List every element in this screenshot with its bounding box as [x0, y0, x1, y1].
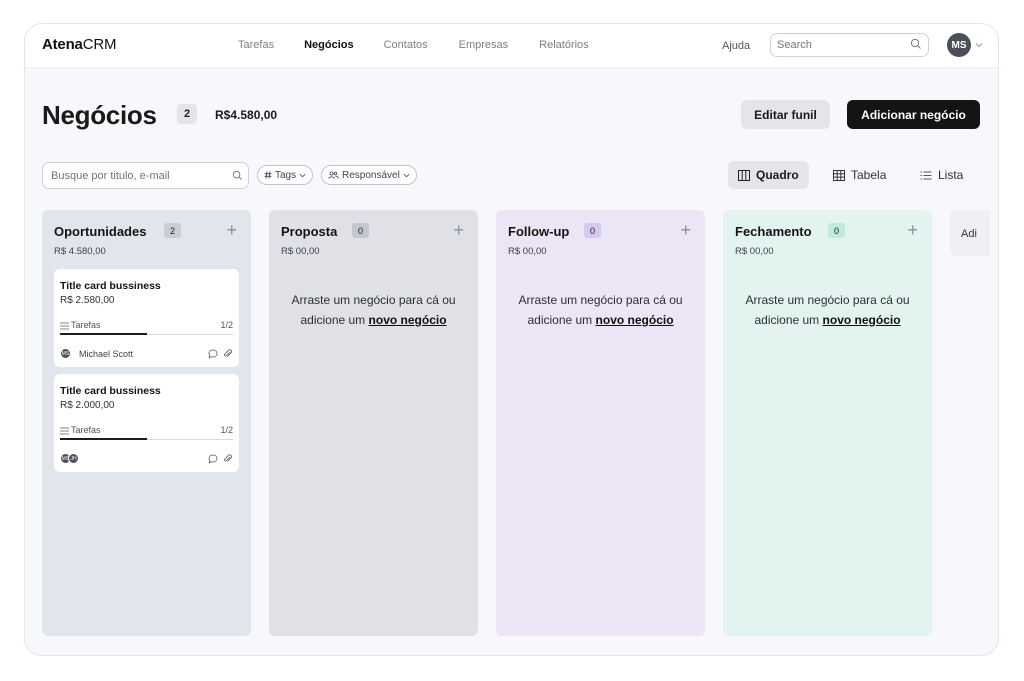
users-icon [328, 171, 339, 179]
view-list-toggle[interactable]: Lista [910, 161, 973, 189]
list-icon [920, 171, 932, 179]
add-card-icon[interactable]: + [453, 221, 464, 239]
add-column-button[interactable]: Adi [950, 210, 990, 256]
nav-negocios[interactable]: Negócios [304, 39, 354, 51]
add-deal-button[interactable]: Adicionar negócio [847, 100, 980, 129]
column-amount: R$ 4.580,00 [54, 246, 106, 257]
task-progress-fill [60, 438, 147, 440]
column-title: Fechamento [735, 224, 812, 239]
view-board-toggle[interactable]: Quadro [728, 161, 809, 189]
empty-column-message: Arraste um negócio para cá ou adicione u… [518, 293, 683, 327]
card-task-count: 1/2 [220, 320, 233, 330]
card-task-label: Tarefas [71, 425, 101, 435]
column-amount: R$ 00,00 [735, 246, 774, 257]
view-board-label: Quadro [756, 168, 799, 182]
paperclip-icon[interactable] [223, 349, 232, 359]
view-table-toggle[interactable]: Tabela [823, 161, 896, 189]
nav-relatorios[interactable]: Relatórios [539, 39, 589, 51]
add-column-label: Adi [961, 228, 977, 240]
column-count-badge: 0 [352, 223, 369, 238]
column-title: Proposta [281, 224, 338, 239]
tags-filter-chip[interactable]: Tags [257, 165, 314, 185]
card-title: Title card bussiness [60, 385, 161, 397]
card-owner-name: Michael Scott [79, 349, 134, 359]
column-oportunidades: Oportunidades 2 + R$ 4.580,00 Title card… [42, 210, 251, 636]
user-avatar[interactable]: MS [947, 33, 971, 57]
paperclip-icon[interactable] [223, 454, 232, 464]
card-task-label: Tarefas [71, 320, 101, 330]
view-list-label: Lista [938, 168, 964, 182]
table-icon [833, 169, 845, 181]
responsible-filter-chip[interactable]: Responsável [321, 165, 417, 185]
column-proposta: Proposta 0 + R$ 00,00 Arraste um negócio… [269, 210, 478, 636]
edit-funnel-button[interactable]: Editar funil [741, 100, 830, 129]
deal-search-input[interactable] [42, 162, 249, 189]
column-amount: R$ 00,00 [508, 246, 547, 257]
add-card-icon[interactable]: + [907, 221, 918, 239]
new-deal-link[interactable]: novo negócio [369, 313, 447, 327]
nav-empresas[interactable]: Empresas [459, 39, 509, 51]
card-amount: R$ 2.580,00 [60, 295, 115, 306]
search-icon [232, 170, 242, 180]
column-count-badge: 2 [164, 223, 181, 238]
column-fechamento: Fechamento 0 + R$ 00,00 Arraste um negóc… [723, 210, 932, 636]
list-icon [60, 322, 69, 330]
tags-filter-label: Tags [275, 169, 297, 181]
chevron-down-icon [299, 173, 306, 177]
view-table-label: Tabela [851, 168, 887, 182]
card-task-count: 1/2 [220, 425, 233, 435]
brand-logo[interactable]: AtenaCRM [42, 36, 116, 53]
search-icon[interactable] [910, 38, 922, 50]
card-amount: R$ 2.000,00 [60, 400, 115, 411]
add-card-icon[interactable]: + [226, 221, 237, 239]
column-amount: R$ 00,00 [281, 246, 320, 257]
app-window: AtenaCRM Tarefas Negócios Contatos Empre… [24, 23, 999, 656]
empty-column-message: Arraste um negócio para cá ou adicione u… [291, 293, 456, 327]
deals-count-badge: 2 [177, 104, 197, 124]
column-title: Follow-up [508, 224, 570, 239]
owner-avatar[interactable]: JH [68, 453, 79, 464]
add-card-icon[interactable]: + [680, 221, 691, 239]
task-progress-fill [60, 333, 147, 335]
list-icon [60, 427, 69, 435]
comment-icon[interactable] [208, 349, 218, 359]
new-deal-link[interactable]: novo negócio [596, 313, 674, 327]
deal-card[interactable]: Title card bussiness R$ 2.580,00 Tarefas… [54, 269, 239, 367]
column-count-badge: 0 [828, 223, 845, 238]
deal-card[interactable]: Title card bussiness R$ 2.000,00 Tarefas… [54, 374, 239, 472]
columns-icon [738, 169, 750, 181]
deals-total-value: R$4.580,00 [215, 108, 278, 122]
responsible-filter-label: Responsável [342, 169, 400, 181]
new-deal-link[interactable]: novo negócio [823, 313, 901, 327]
comment-icon[interactable] [208, 454, 218, 464]
page-title: Negócios [42, 100, 157, 130]
column-follow-up: Follow-up 0 + R$ 00,00 Arraste um negóci… [496, 210, 705, 636]
nav-tarefas[interactable]: Tarefas [238, 39, 274, 51]
nav-contatos[interactable]: Contatos [384, 39, 428, 51]
help-link[interactable]: Ajuda [722, 40, 750, 52]
search-input[interactable] [770, 33, 929, 57]
main-nav: Tarefas Negócios Contatos Empresas Relat… [238, 39, 589, 51]
chevron-down-icon[interactable] [975, 41, 983, 49]
empty-column-message: Arraste um negócio para cá ou adicione u… [745, 293, 910, 327]
card-title: Title card bussiness [60, 280, 161, 292]
owner-avatar[interactable]: MS [60, 348, 71, 359]
hash-icon [264, 171, 272, 179]
top-navbar: AtenaCRM Tarefas Negócios Contatos Empre… [25, 24, 998, 68]
chevron-down-icon [403, 173, 410, 177]
column-title: Oportunidades [54, 224, 147, 239]
column-count-badge: 0 [584, 223, 601, 238]
